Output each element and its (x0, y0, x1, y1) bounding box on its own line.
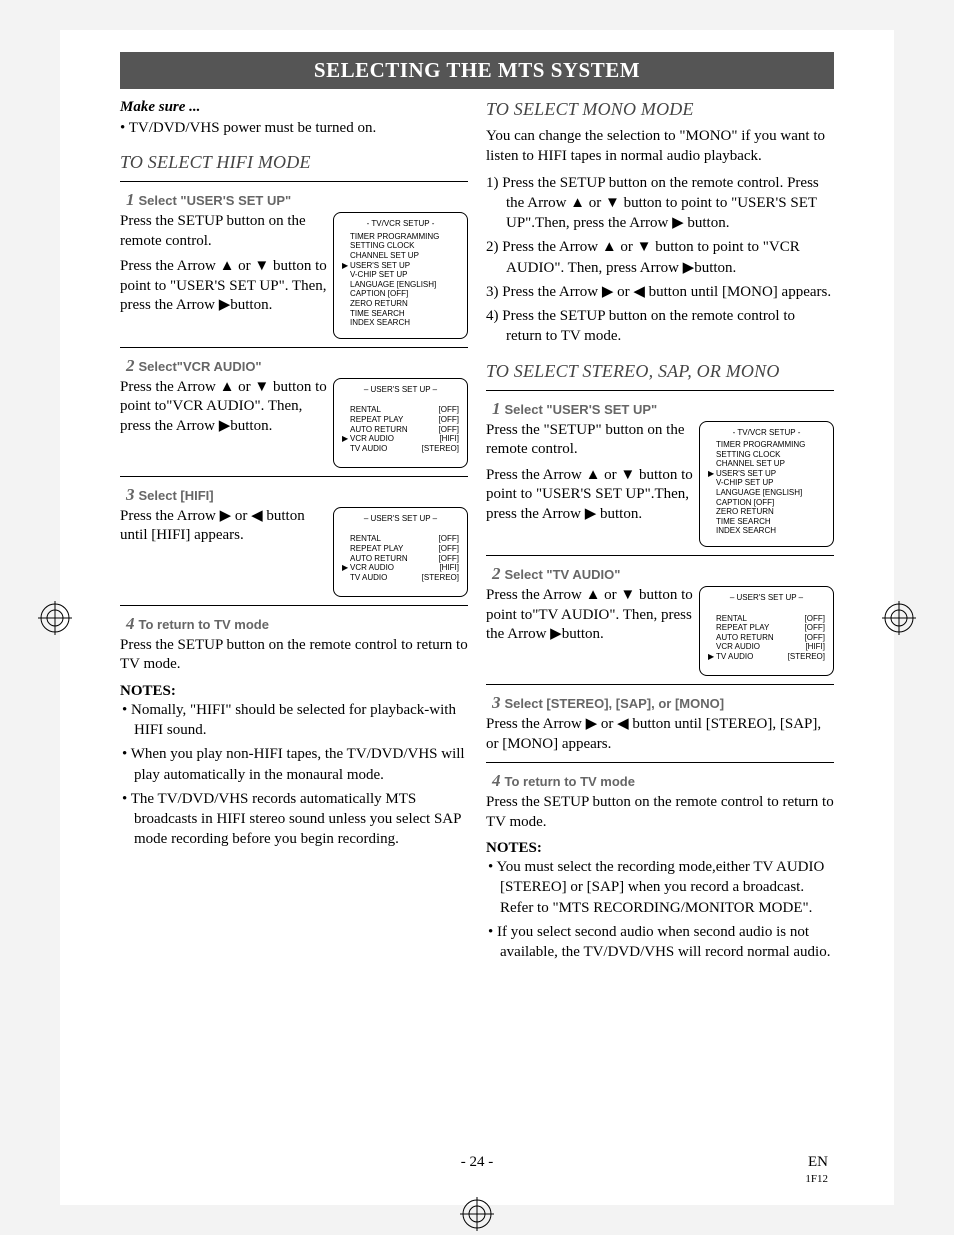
step-number: 3 (492, 693, 501, 712)
list-item: 2) Press the Arrow ▲ or ▼ button to poin… (486, 237, 834, 278)
section-sap-title: TO SELECT STEREO, SAP, OR MONO (486, 361, 834, 382)
step-heading: Select [HIFI] (139, 488, 214, 503)
doc-code: 1F12 (805, 1173, 828, 1185)
right-column: TO SELECT MONO MODE You can change the s… (486, 99, 834, 966)
sap-step-1: 1 Select "USER'S SET UP" Press the "SETUP… (486, 399, 834, 548)
separator (120, 181, 468, 182)
separator (120, 347, 468, 348)
notes-list: You must select the recording mode,eithe… (486, 857, 834, 962)
step-3: 3 Select [HIFI] Press the Arrow ▶ or ◀ bu… (120, 485, 468, 597)
step-heading: Select "TV AUDIO" (505, 567, 621, 582)
make-sure-heading: Make sure ... (120, 99, 468, 116)
separator (486, 684, 834, 685)
osd-screen: – USER'S SET UP – RENTAL[OFF] REPEAT PLA… (333, 507, 468, 597)
note-item: If you select second audio when second a… (500, 922, 834, 963)
notes-heading: NOTES: (120, 683, 468, 700)
note-item: When you play non-HIFI tapes, the TV/DVD… (134, 744, 468, 785)
crop-mark-icon (38, 601, 72, 635)
language-label: EN (808, 1154, 828, 1171)
osd-title: – USER'S SET UP – (708, 593, 825, 603)
step-1: 1 Select "USER'S SET UP" Press the SETUP … (120, 190, 468, 339)
step-text: Press the SETUP button on the remote con… (120, 636, 468, 675)
osd-screen: - TV/VCR SETUP - TIMER PROGRAMMING SETTI… (333, 212, 468, 339)
step-heading: Select [STEREO], [SAP], or [MONO] (505, 696, 725, 711)
list-item: 1) Press the SETUP button on the remote … (486, 173, 834, 234)
step-text: Press the "SETUP" button on the remote c… (486, 421, 693, 460)
separator (486, 390, 834, 391)
step-text: Press the Arrow ▲ or ▼ button to point t… (120, 378, 327, 437)
step-text: Press the SETUP button on the remote con… (120, 212, 327, 251)
step-text: Press the Arrow ▲ or ▼ button to point t… (486, 466, 693, 525)
step-number: 4 (492, 771, 501, 790)
step-number: 1 (126, 190, 135, 209)
osd-screen: – USER'S SET UP – RENTAL[OFF] REPEAT PLA… (333, 378, 468, 468)
sap-step-3: 3 Select [STEREO], [SAP], or [MONO] Press… (486, 693, 834, 754)
step-number: 3 (126, 485, 135, 504)
step-heading: Select "USER'S SET UP" (139, 193, 292, 208)
sap-step-2: 2 Select "TV AUDIO" Press the Arrow ▲ or … (486, 564, 834, 676)
step-number: 1 (492, 399, 501, 418)
osd-screen: – USER'S SET UP – RENTAL[OFF] REPEAT PLA… (699, 586, 834, 676)
sap-step-4: 4 To return to TV mode Press the SETUP bu… (486, 771, 834, 832)
left-column: Make sure ... • TV/DVD/VHS power must be… (120, 99, 468, 966)
list-item: 4) Press the SETUP button on the remote … (486, 306, 834, 347)
make-sure-item: • TV/DVD/VHS power must be turned on. (120, 118, 468, 138)
step-text: Press the Arrow ▲ or ▼ button to point t… (486, 586, 693, 645)
step-heading: To return to TV mode (505, 774, 635, 789)
osd-screen: - TV/VCR SETUP - TIMER PROGRAMMING SETTI… (699, 421, 834, 548)
osd-title: – USER'S SET UP – (342, 514, 459, 524)
page-title-banner: SELECTING THE MTS SYSTEM (120, 52, 834, 89)
section-mono-title: TO SELECT MONO MODE (486, 99, 834, 120)
page: SELECTING THE MTS SYSTEM Make sure ... •… (60, 30, 894, 1205)
osd-title: - TV/VCR SETUP - (708, 428, 825, 438)
separator (486, 762, 834, 763)
mono-intro: You can change the selection to "MONO" i… (486, 126, 834, 167)
step-2: 2 Select"VCR AUDIO" Press the Arrow ▲ or … (120, 356, 468, 468)
notes-list: Nomally, "HIFI" should be selected for p… (120, 700, 468, 850)
notes-heading: NOTES: (486, 840, 834, 857)
step-number: 2 (126, 356, 135, 375)
note-item: You must select the recording mode,eithe… (500, 857, 834, 918)
list-item: 3) Press the Arrow ▶ or ◀ button until [… (486, 282, 834, 302)
crop-mark-icon (882, 601, 916, 635)
content-area: SELECTING THE MTS SYSTEM Make sure ... •… (60, 30, 894, 986)
make-sure-text: TV/DVD/VHS power must be turned on. (129, 120, 376, 136)
step-heading: To return to TV mode (139, 617, 269, 632)
step-number: 4 (126, 614, 135, 633)
section-hifi-title: TO SELECT HIFI MODE (120, 152, 468, 173)
step-text: Press the SETUP button on the remote con… (486, 793, 834, 832)
osd-title: - TV/VCR SETUP - (342, 219, 459, 229)
osd-title: – USER'S SET UP – (342, 385, 459, 395)
step-heading: Select"VCR AUDIO" (139, 359, 262, 374)
crop-mark-icon (460, 1197, 494, 1231)
step-number: 2 (492, 564, 501, 583)
note-item: The TV/DVD/VHS records automatically MTS… (134, 789, 468, 850)
note-item: Nomally, "HIFI" should be selected for p… (134, 700, 468, 741)
step-heading: Select "USER'S SET UP" (505, 402, 658, 417)
step-text: Press the Arrow ▶ or ◀ button until [STE… (486, 715, 834, 754)
mono-steps: 1) Press the SETUP button on the remote … (486, 173, 834, 347)
separator (486, 555, 834, 556)
page-number: - 24 - (120, 1154, 834, 1171)
separator (120, 476, 468, 477)
step-text: Press the Arrow ▶ or ◀ button until [HIF… (120, 507, 327, 546)
separator (120, 605, 468, 606)
page-footer: - 24 - EN 1F12 (120, 1154, 834, 1171)
step-text: Press the Arrow ▲ or ▼ button to point t… (120, 257, 327, 316)
step-4: 4 To return to TV mode Press the SETUP bu… (120, 614, 468, 675)
